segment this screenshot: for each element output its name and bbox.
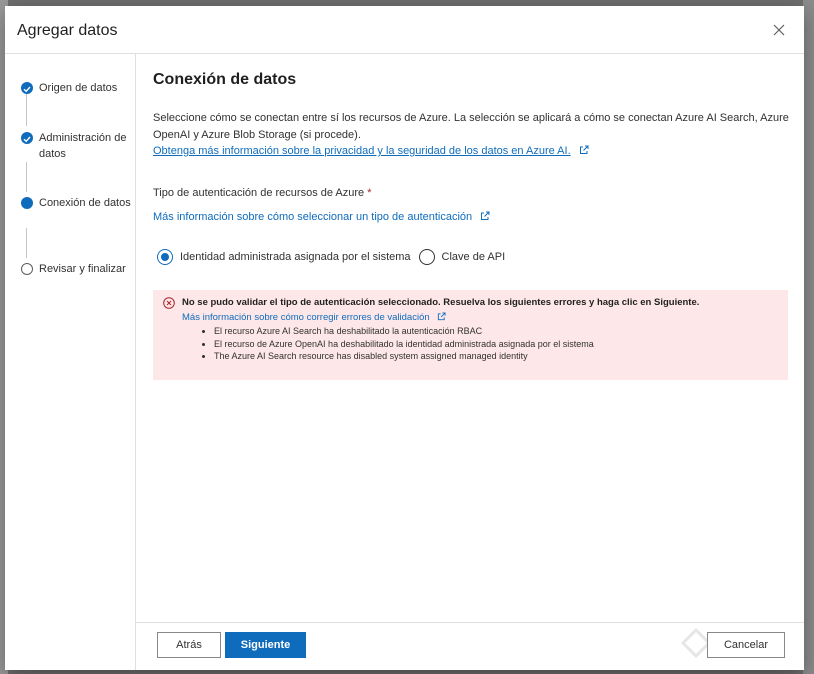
step-pending-icon (21, 263, 33, 275)
radio-label: Clave de API (441, 251, 506, 263)
radio-unchecked-icon[interactable] (418, 249, 435, 265)
error-item: El recurso de Azure OpenAI ha deshabilit… (214, 338, 594, 351)
footer-divider (136, 622, 804, 623)
step-label: Revisar y finalizar (39, 263, 126, 275)
error-title: No se pudo validar el tipo de autenticac… (182, 297, 700, 308)
auth-type-radio-group: Identidad administrada asignada por el s… (157, 248, 513, 266)
close-icon (773, 24, 785, 36)
step-label: Conexión de datos (39, 197, 131, 209)
step-connector (26, 228, 27, 258)
auth-type-label: Tipo de autenticación de recursos de Azu… (153, 187, 372, 199)
error-list: El recurso Azure AI Search ha deshabilit… (214, 325, 594, 363)
next-button[interactable]: Siguiente (225, 632, 306, 658)
step-label: Administración de datos (39, 132, 127, 160)
radio-checked-icon[interactable] (157, 249, 173, 265)
backdrop-right (803, 0, 814, 674)
error-item: El recurso Azure AI Search ha deshabilit… (214, 325, 594, 338)
step-current-icon (21, 197, 33, 209)
fix-errors-link[interactable]: Más información sobre cómo corregir erro… (182, 312, 430, 323)
required-mark: * (367, 187, 372, 199)
error-link-row: Más información sobre cómo corregir erro… (182, 312, 446, 323)
auth-link-row: Más información sobre cómo seleccionar u… (153, 211, 490, 223)
add-data-dialog: Agregar datos Origen de datos Administra… (5, 6, 804, 670)
step-done-icon (21, 82, 33, 94)
back-button[interactable]: Atrás (157, 632, 221, 658)
radio-label: Identidad administrada asignada por el s… (180, 251, 411, 263)
external-link-icon (438, 312, 446, 321)
dialog-title: Agregar datos (17, 22, 118, 39)
privacy-link-row: Obtenga más información sobre la privaci… (153, 143, 589, 160)
external-link-icon (579, 145, 589, 154)
error-item: The Azure AI Search resource has disable… (214, 350, 594, 363)
close-button[interactable] (771, 22, 787, 38)
step-label: Origen de datos (39, 82, 118, 94)
description-text: Seleccione cómo se conectan entre sí los… (153, 112, 789, 141)
privacy-link[interactable]: Obtenga más información sobre la privaci… (153, 145, 571, 157)
cancel-button[interactable]: Cancelar (707, 632, 785, 658)
validation-error-box: No se pudo validar el tipo de autenticac… (153, 290, 788, 380)
auth-type-info-link[interactable]: Más información sobre cómo seleccionar u… (153, 211, 472, 223)
radio-managed-identity[interactable]: Identidad administrada asignada por el s… (157, 249, 411, 265)
auth-type-label-text: Tipo de autenticación de recursos de Azu… (153, 187, 365, 199)
external-link-icon (481, 211, 490, 220)
page-title: Conexión de datos (153, 71, 297, 88)
step-connector (26, 162, 27, 192)
error-icon (163, 297, 175, 309)
radio-api-key[interactable]: Clave de API (418, 249, 506, 265)
wizard-steps: Origen de datos Administración de datos … (5, 54, 136, 670)
step-done-icon (21, 132, 33, 144)
dialog-header: Agregar datos (5, 6, 804, 54)
